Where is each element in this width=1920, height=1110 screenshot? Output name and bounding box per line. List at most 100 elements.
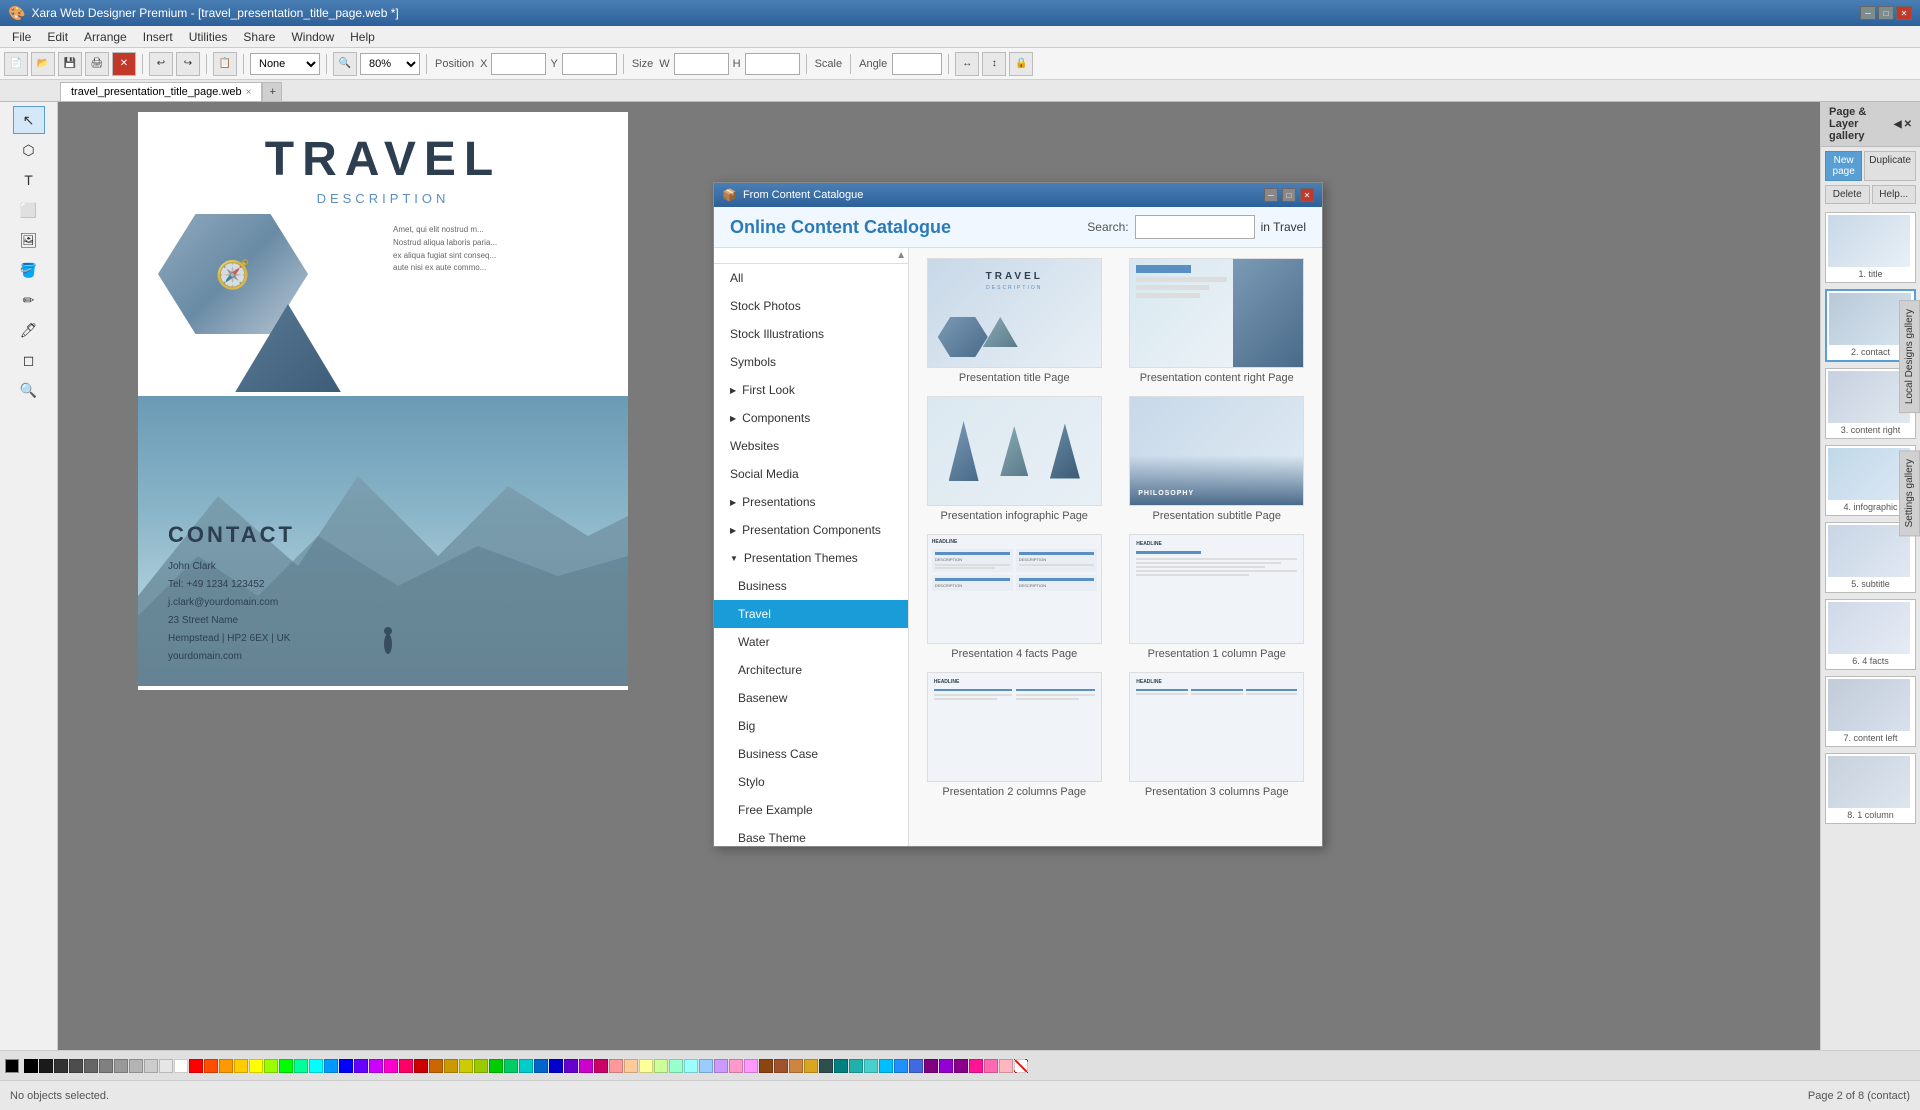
sidebar-item-presentations[interactable]: ▶Presentations <box>714 488 908 516</box>
tool-print[interactable]: 🖨 <box>85 52 109 76</box>
color-swatch[interactable] <box>954 1059 968 1073</box>
menu-file[interactable]: File <box>4 28 39 46</box>
tab-travel[interactable]: travel_presentation_title_page.web × <box>60 82 262 101</box>
color-swatch[interactable] <box>519 1059 533 1073</box>
sidebar-item-stylo[interactable]: Stylo <box>714 768 908 796</box>
menu-insert[interactable]: Insert <box>135 28 181 46</box>
color-swatch[interactable] <box>849 1059 863 1073</box>
tool-zoom[interactable]: 🔍 <box>13 376 45 404</box>
color-swatch[interactable] <box>564 1059 578 1073</box>
color-swatch[interactable] <box>579 1059 593 1073</box>
sidebar-item-architecture[interactable]: Architecture <box>714 656 908 684</box>
color-swatch[interactable] <box>399 1059 413 1073</box>
sidebar-item-business[interactable]: Business <box>714 572 908 600</box>
color-swatch[interactable] <box>369 1059 383 1073</box>
color-swatch[interactable] <box>549 1059 563 1073</box>
sidebar-item-big[interactable]: Big <box>714 712 908 740</box>
sidebar-item-base-theme[interactable]: Base Theme <box>714 824 908 846</box>
color-swatch[interactable] <box>309 1059 323 1073</box>
color-swatch[interactable] <box>594 1059 608 1073</box>
tool-node[interactable]: ⬡ <box>13 136 45 164</box>
tool-undo[interactable]: ↩ <box>149 52 173 76</box>
color-swatch[interactable] <box>759 1059 773 1073</box>
expand-icon[interactable]: ✕ <box>1904 119 1912 130</box>
color-swatch[interactable] <box>879 1059 893 1073</box>
color-swatch[interactable] <box>459 1059 473 1073</box>
color-swatch[interactable] <box>249 1059 263 1073</box>
sidebar-item-symbols[interactable]: Symbols <box>714 348 908 376</box>
color-swatch[interactable] <box>639 1059 653 1073</box>
color-swatch[interactable] <box>789 1059 803 1073</box>
color-swatch[interactable] <box>279 1059 293 1073</box>
color-swatch[interactable] <box>504 1059 518 1073</box>
color-swatch[interactable] <box>54 1059 68 1073</box>
tool-copy[interactable]: 📋 <box>213 52 237 76</box>
color-swatch[interactable] <box>834 1059 848 1073</box>
color-swatch[interactable] <box>624 1059 638 1073</box>
zoom-select[interactable]: 80% <box>360 53 420 75</box>
sidebar-item-water[interactable]: Water <box>714 628 908 656</box>
tab-close-icon[interactable]: × <box>246 87 252 98</box>
color-swatch[interactable] <box>669 1059 683 1073</box>
dialog-maximize[interactable]: □ <box>1282 188 1296 202</box>
sidebar-item-stock-illustrations[interactable]: Stock Illustrations <box>714 320 908 348</box>
color-swatch[interactable] <box>969 1059 983 1073</box>
content-item-2[interactable]: Presentation infographic Page <box>919 396 1110 522</box>
gallery-item-7[interactable]: 8. 1 column <box>1825 753 1916 824</box>
menu-edit[interactable]: Edit <box>39 28 76 46</box>
color-swatch[interactable] <box>39 1059 53 1073</box>
maximize-button[interactable]: □ <box>1878 6 1894 20</box>
color-swatch[interactable] <box>414 1059 428 1073</box>
sidebar-item-stock-photos[interactable]: Stock Photos <box>714 292 908 320</box>
tool-text[interactable]: T <box>13 166 45 194</box>
settings-tab[interactable]: Settings gallery <box>1899 450 1920 536</box>
sidebar-item-components[interactable]: ▶Components <box>714 404 908 432</box>
color-swatch[interactable] <box>939 1059 953 1073</box>
tool-shape[interactable]: ⬜ <box>13 196 45 224</box>
content-item-1[interactable]: Presentation content right Page <box>1122 258 1313 384</box>
color-swatch[interactable] <box>474 1059 488 1073</box>
angle-input[interactable] <box>892 53 942 75</box>
sidebar-item-all[interactable]: All <box>714 264 908 292</box>
color-swatch[interactable] <box>429 1059 443 1073</box>
color-swatch[interactable] <box>129 1059 143 1073</box>
color-swatch[interactable] <box>24 1059 38 1073</box>
y-input[interactable] <box>562 53 617 75</box>
sidebar-item-presentation-themes[interactable]: ▼Presentation Themes <box>714 544 908 572</box>
menu-help[interactable]: Help <box>342 28 383 46</box>
color-swatch[interactable] <box>444 1059 458 1073</box>
menu-share[interactable]: Share <box>235 28 283 46</box>
minimize-button[interactable]: ─ <box>1860 6 1876 20</box>
color-swatch[interactable] <box>219 1059 233 1073</box>
color-swatch[interactable] <box>609 1059 623 1073</box>
tool-fill[interactable]: 🪣 <box>13 256 45 284</box>
sidebar-item-social-media[interactable]: Social Media <box>714 460 908 488</box>
tool-save[interactable]: 💾 <box>58 52 82 76</box>
color-swatch[interactable] <box>489 1059 503 1073</box>
content-item-6[interactable]: HEADLINE Presentation 2 columns Page <box>919 672 1110 798</box>
color-fill-indicator[interactable] <box>5 1059 19 1073</box>
content-item-0[interactable]: TRAVEL DESCRIPTION Presentation title Pa… <box>919 258 1110 384</box>
color-swatch[interactable] <box>684 1059 698 1073</box>
color-swatch[interactable] <box>324 1059 338 1073</box>
sidebar-item-first-look[interactable]: ▶First Look <box>714 376 908 404</box>
sidebar-item-basenew[interactable]: Basenew <box>714 684 908 712</box>
color-swatch[interactable] <box>144 1059 158 1073</box>
dialog-minimize[interactable]: ─ <box>1264 188 1278 202</box>
color-swatch[interactable] <box>159 1059 173 1073</box>
gallery-item-5[interactable]: 6. 4 facts <box>1825 599 1916 670</box>
sidebar-item-websites[interactable]: Websites <box>714 432 908 460</box>
content-item-5[interactable]: HEADLINE Presentation 1 column Page <box>1122 534 1313 660</box>
color-swatch[interactable] <box>729 1059 743 1073</box>
search-input[interactable] <box>1135 215 1255 239</box>
color-swatch[interactable] <box>999 1059 1013 1073</box>
tab-new[interactable]: + <box>262 82 282 101</box>
color-swatch[interactable] <box>189 1059 203 1073</box>
color-swatch[interactable] <box>894 1059 908 1073</box>
menu-utilities[interactable]: Utilities <box>181 28 236 46</box>
gallery-item-0[interactable]: 1. title <box>1825 212 1916 283</box>
color-swatch[interactable] <box>114 1059 128 1073</box>
w-input[interactable] <box>674 53 729 75</box>
color-swatch[interactable] <box>654 1059 668 1073</box>
content-item-3[interactable]: PHILOSOPHY Presentation subtitle Page <box>1122 396 1313 522</box>
